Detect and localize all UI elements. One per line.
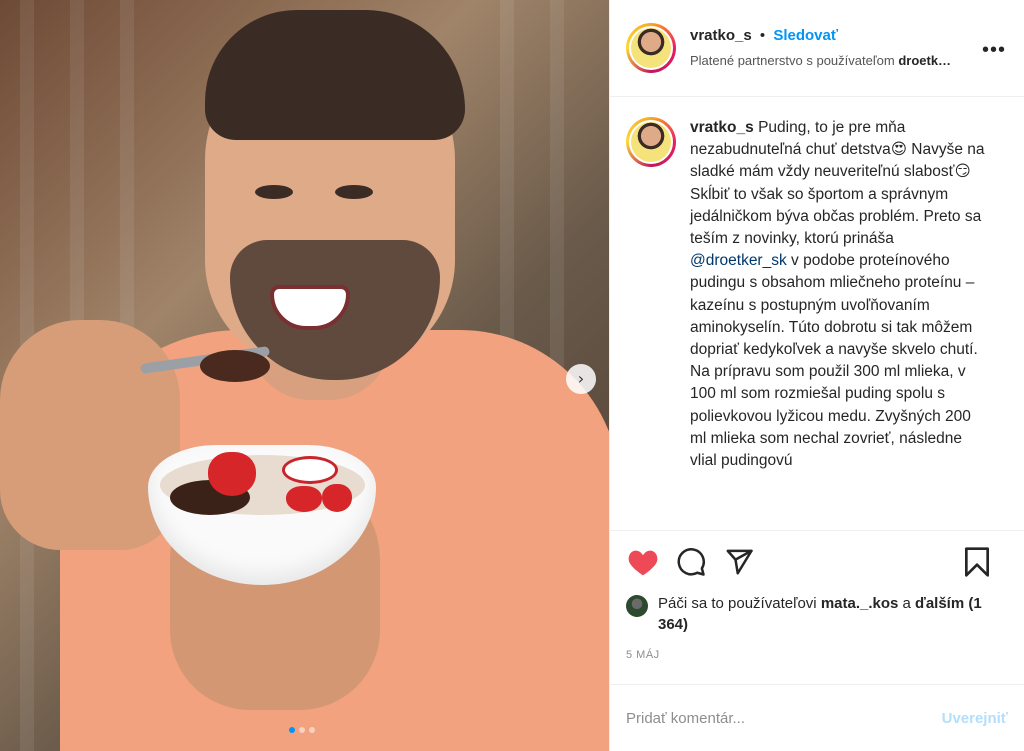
next-photo-button[interactable]: ›: [566, 364, 596, 394]
likes-summary: Páči sa to používateľovi mata._.kos a ďa…: [610, 593, 1024, 643]
photo-eye: [255, 185, 293, 199]
paid-partnership-label: Platené partnerstvo s používateľom droet…: [690, 53, 952, 69]
photo-spoon-pudding: [200, 350, 270, 382]
carousel-indicator: [289, 727, 315, 733]
caption-mention-link[interactable]: @droetker_sk: [690, 252, 787, 269]
caption-body: Puding, to je pre mňa nezabudnuteľná chu…: [690, 119, 985, 248]
follow-button[interactable]: Sledovať: [773, 27, 838, 44]
chevron-right-icon: ›: [577, 369, 585, 388]
photo-hair: [205, 10, 465, 140]
photo-strawberry: [322, 484, 352, 512]
comment-input[interactable]: [626, 709, 942, 727]
author-username[interactable]: vratko_s: [690, 27, 752, 44]
header-text: vratko_s • Sledovať Platené partnerstvo …: [690, 26, 951, 70]
liker-avatar[interactable]: [626, 595, 648, 617]
more-options-icon[interactable]: •••: [982, 40, 1006, 60]
photo-strawberry: [208, 452, 256, 496]
comment-icon: [677, 548, 705, 576]
carousel-dot: [299, 727, 305, 733]
caption-text: vratko_s Puding, to je pre mňa nezabudnu…: [690, 117, 990, 530]
bookmark-icon: [964, 547, 989, 577]
caption-username[interactable]: vratko_s: [690, 119, 754, 136]
likes-text: Páči sa to používateľovi mata._.kos a ďa…: [658, 595, 982, 633]
send-icon: [726, 549, 753, 575]
caption-body-continued: v podobe proteínového pudingu s obsahom …: [690, 252, 978, 470]
like-button[interactable]: [626, 545, 660, 579]
post-photo[interactable]: ›: [0, 0, 609, 751]
post-header: vratko_s • Sledovať Platené partnerstvo …: [610, 0, 1024, 97]
post-view: › vratko_s • Sledovať Platené partnerstv…: [0, 0, 1024, 751]
author-avatar[interactable]: [626, 23, 676, 73]
separator: •: [759, 27, 766, 45]
photo-strawberry: [286, 486, 322, 512]
brand-logo: [282, 456, 338, 484]
comment-form: Uverejniť: [610, 685, 1024, 751]
liker-username[interactable]: mata._.kos: [821, 595, 899, 612]
caption-avatar[interactable]: [626, 117, 676, 167]
caption-section: vratko_s Puding, to je pre mňa nezabudnu…: [610, 97, 1024, 531]
post-comment-button[interactable]: Uverejniť: [942, 710, 1008, 727]
share-button[interactable]: [722, 545, 756, 579]
comment-button[interactable]: [674, 545, 708, 579]
carousel-dot: [289, 727, 295, 733]
partner-username[interactable]: droetk…: [898, 53, 951, 68]
post-date[interactable]: 5 MÁJ: [610, 643, 1024, 685]
photo-eye: [335, 185, 373, 199]
carousel-dot: [309, 727, 315, 733]
save-button[interactable]: [960, 545, 994, 579]
action-bar: [610, 531, 1024, 593]
post-details-panel: vratko_s • Sledovať Platené partnerstvo …: [609, 0, 1024, 751]
heart-filled-icon: [628, 550, 658, 576]
